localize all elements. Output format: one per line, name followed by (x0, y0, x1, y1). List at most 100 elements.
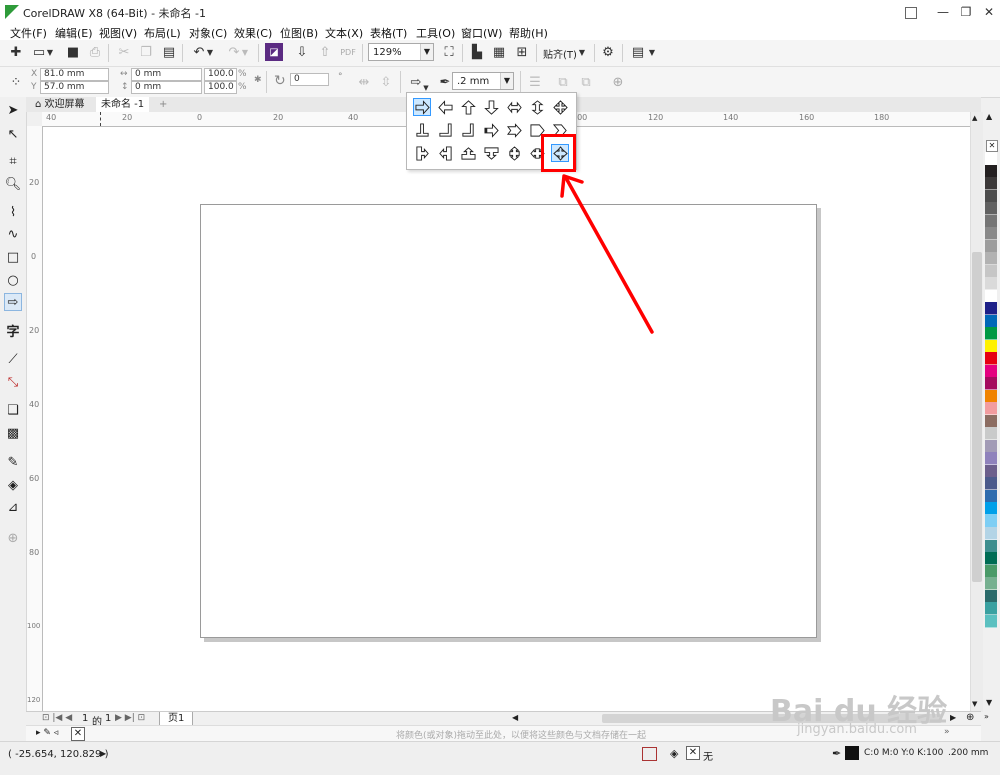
zoom-dropdown-icon[interactable]: ▼ (420, 44, 433, 60)
arrow-down-icon[interactable] (482, 98, 500, 116)
to-back-icon[interactable]: ⧉ (577, 73, 595, 91)
color-swatch[interactable] (985, 327, 997, 340)
arrow-corner-left-icon[interactable] (436, 121, 454, 139)
scale-y-field[interactable]: 100.0 (204, 81, 237, 94)
outline-width-select[interactable]: .2 mm ▼ (452, 72, 514, 90)
color-swatch[interactable] (985, 477, 997, 490)
drop-shadow-icon[interactable]: ❑ (4, 401, 22, 419)
interactive-fill-icon[interactable]: ◈ (4, 476, 22, 494)
show-rulers-icon[interactable]: ▙ (468, 43, 486, 61)
color-swatch[interactable] (985, 602, 997, 615)
callout-arrow-up-icon[interactable] (459, 144, 477, 162)
connector-tool-icon[interactable]: ⤡ (4, 373, 22, 391)
application-launcher-icon[interactable]: ▤ (629, 43, 647, 61)
tab-document[interactable]: 未命名 -1 (96, 97, 150, 112)
arrow-striped-right-icon[interactable] (482, 121, 500, 139)
outline-width-dropdown-icon[interactable]: ▼ (500, 73, 513, 89)
tab-welcome-screen[interactable]: ⌂ 欢迎屏幕 (30, 97, 90, 112)
color-swatch[interactable] (985, 352, 997, 365)
arrow-right-icon[interactable] (413, 98, 431, 116)
no-color-icon[interactable]: ✕ (71, 727, 85, 741)
color-swatch[interactable] (985, 214, 997, 228)
add-tab-button[interactable]: + (154, 97, 172, 112)
basic-shapes-tool-icon[interactable]: ⇨ (4, 293, 22, 311)
color-swatch[interactable] (985, 177, 997, 190)
color-swatch[interactable] (985, 552, 997, 565)
color-swatch[interactable] (985, 402, 997, 415)
palette-scroll-down-icon[interactable]: ▼ (986, 698, 992, 707)
color-swatch[interactable] (985, 339, 997, 353)
color-swatch[interactable] (985, 364, 997, 378)
arrow-up-down-icon[interactable] (528, 98, 546, 116)
color-swatch[interactable] (985, 277, 997, 290)
arrow-quad-icon[interactable] (551, 98, 569, 116)
callout-arrow-up-down-icon[interactable] (505, 144, 523, 162)
arrow-left-right-icon[interactable] (505, 98, 523, 116)
document-palette-menu-icon[interactable]: ▸ ✎ ◃ (36, 728, 58, 738)
minimize-button[interactable]: — (934, 4, 952, 20)
callout-arrow-right-icon[interactable] (413, 144, 431, 162)
undo-dropdown-icon[interactable]: ▼ (205, 43, 215, 61)
color-swatch[interactable] (985, 614, 997, 628)
zoom-navigator-icon[interactable]: ⊕ (966, 712, 974, 723)
smart-fill-icon[interactable]: ⊿ (4, 498, 22, 516)
color-swatch[interactable] (985, 252, 997, 265)
vertical-scroll-thumb[interactable] (972, 252, 982, 582)
color-proofing-icon[interactable] (642, 747, 657, 761)
vertical-scrollbar[interactable]: ▲ ▼ (970, 112, 983, 712)
menu-edit[interactable]: 编辑(E) (55, 25, 93, 41)
color-swatch[interactable] (985, 152, 997, 165)
no-color-swatch-icon[interactable]: ✕ (986, 140, 998, 152)
first-page-icon[interactable]: ⊡ |◀ ◀ (42, 713, 72, 723)
menu-bitmaps[interactable]: 位图(B) (280, 25, 318, 41)
ellipse-tool-icon[interactable]: ○ (4, 271, 22, 289)
menu-object[interactable]: 对象(C) (189, 25, 227, 41)
color-swatch[interactable] (985, 577, 997, 590)
crop-tool-icon[interactable]: ⌗ (4, 152, 22, 170)
cut-icon[interactable]: ✂ (115, 43, 133, 61)
color-swatch[interactable] (985, 239, 997, 253)
color-swatch[interactable] (985, 527, 997, 540)
menu-layout[interactable]: 布局(L) (144, 25, 181, 41)
close-button[interactable]: ✕ (980, 4, 998, 20)
rectangle-tool-icon[interactable]: □ (4, 248, 22, 266)
color-swatch[interactable] (985, 314, 997, 328)
arrow-corner-right-icon[interactable] (459, 121, 477, 139)
color-swatch[interactable] (985, 377, 997, 390)
color-swatch[interactable] (985, 189, 997, 203)
color-swatch[interactable] (985, 439, 997, 453)
lock-ratio-icon[interactable]: ✱ (254, 75, 262, 85)
menu-file[interactable]: 文件(F) (10, 25, 47, 41)
color-swatch[interactable] (985, 589, 997, 603)
h-scroll-left-icon[interactable]: ◀ (512, 713, 518, 722)
full-screen-icon[interactable]: ⛶ (440, 43, 458, 61)
open-dropdown-icon[interactable]: ▼ (45, 43, 55, 61)
redo-dropdown-icon[interactable]: ▼ (240, 43, 250, 61)
width-field[interactable]: 0 mm (131, 68, 202, 81)
freehand-tool-icon[interactable]: ⌇ (4, 203, 22, 221)
color-swatch[interactable] (985, 427, 997, 440)
zoom-level-select[interactable]: 129% ▼ (368, 43, 434, 61)
color-swatch[interactable] (985, 164, 997, 178)
height-field[interactable]: 0 mm (131, 81, 202, 94)
wrap-text-icon[interactable]: ☰ (526, 73, 544, 91)
mirror-horizontal-icon[interactable]: ⇹ (355, 73, 373, 91)
arrow-left-icon[interactable] (436, 98, 454, 116)
menu-help[interactable]: 帮助(H) (509, 25, 548, 41)
callout-arrow-down-icon[interactable] (482, 144, 500, 162)
pick-tool-icon[interactable]: ➤ (4, 101, 22, 119)
vertical-ruler[interactable]: 20 0 20 40 60 80 100 120 (27, 126, 43, 711)
transparency-icon[interactable]: ▩ (4, 424, 22, 442)
restore-button[interactable]: ❐ (957, 4, 975, 20)
snap-to-menu[interactable]: 贴齐(T) (543, 46, 577, 61)
menu-view[interactable]: 视图(V) (99, 25, 137, 41)
color-swatch[interactable] (985, 514, 997, 528)
last-page-icon[interactable]: ▶ ▶| ⊡ (115, 713, 145, 723)
menu-text[interactable]: 文本(X) (325, 25, 363, 41)
search-content-icon[interactable]: ◪ (265, 43, 283, 61)
scale-x-field[interactable]: 100.0 (204, 68, 237, 81)
artistic-media-icon[interactable]: ∿ (4, 225, 22, 243)
to-front-icon[interactable]: ⧉ (554, 73, 572, 91)
copy-icon[interactable]: ❐ (137, 43, 155, 61)
color-swatch[interactable] (985, 564, 997, 578)
